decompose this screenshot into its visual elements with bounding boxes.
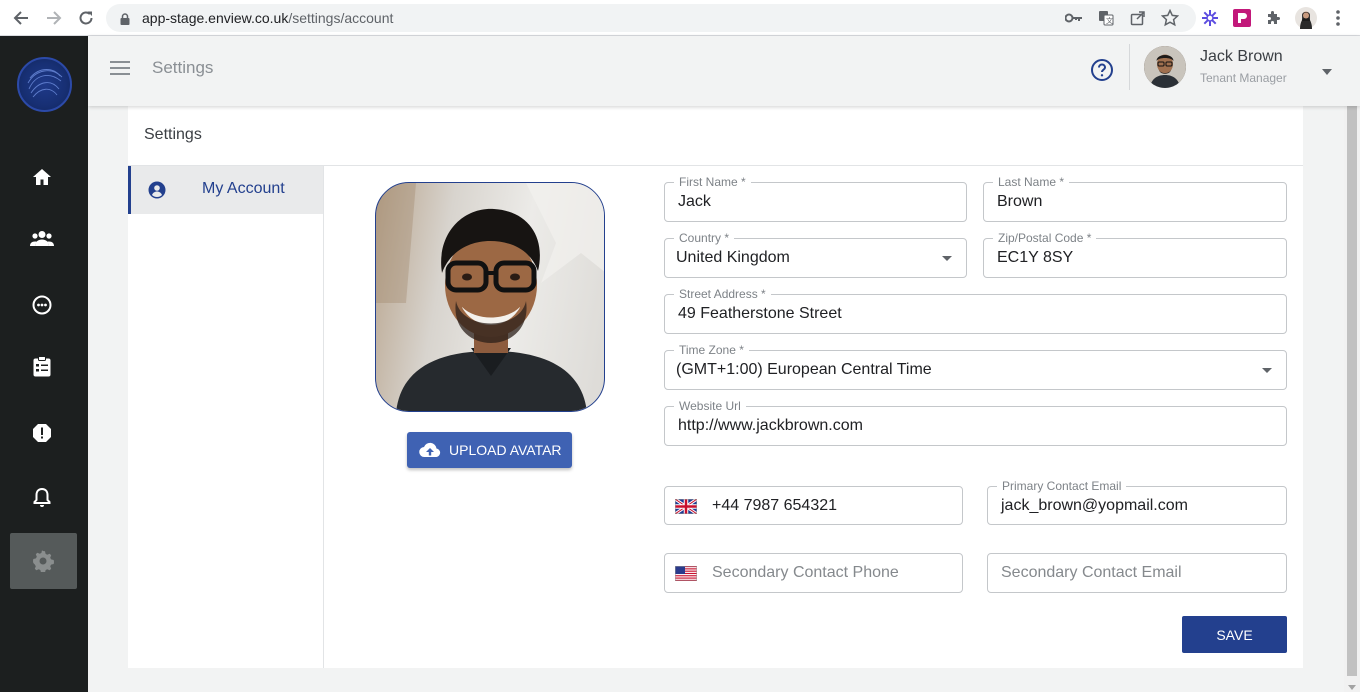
- clipboard-list-icon[interactable]: [28, 352, 56, 380]
- user-role: Tenant Manager: [1200, 71, 1287, 85]
- zip-code-value: EC1Y 8SY: [997, 249, 1074, 266]
- page-scrollbar[interactable]: [1344, 106, 1360, 692]
- secondary-phone-field[interactable]: Secondary Contact Phone: [664, 553, 963, 593]
- zip-code-label: Zip/Postal Code *: [993, 231, 1097, 245]
- reload-icon[interactable]: [74, 6, 98, 30]
- user-name: Jack Brown: [1200, 48, 1283, 65]
- last-name-value: Brown: [997, 193, 1043, 210]
- translate-icon[interactable]: 文: [1094, 6, 1118, 30]
- menu-item-label: My Account: [202, 180, 285, 197]
- upload-avatar-button[interactable]: UPLOAD AVATAR: [407, 432, 572, 468]
- bell-icon[interactable]: [28, 483, 56, 511]
- card-title: Settings: [144, 126, 202, 143]
- primary-email-label: Primary Contact Email: [997, 479, 1127, 493]
- address-bar[interactable]: app-stage.enview.co.uk/settings/account: [106, 4, 1196, 32]
- street-address-field[interactable]: Street Address * 49 Featherstone Street: [664, 287, 1287, 334]
- circle-dots-icon[interactable]: [28, 291, 56, 319]
- secondary-phone-placeholder: Secondary Contact Phone: [712, 564, 899, 581]
- help-icon[interactable]: [1090, 58, 1114, 82]
- first-name-value: Jack: [678, 193, 711, 210]
- sidebar-item-settings[interactable]: [10, 533, 77, 589]
- upload-avatar-label: UPLOAD AVATAR: [449, 442, 562, 458]
- country-select[interactable]: Country * United Kingdom: [664, 231, 967, 278]
- svg-text:文: 文: [1106, 16, 1113, 25]
- main-content: Settings My Account UPLOAD AVATAR First …: [88, 106, 1344, 692]
- first-name-label: First Name *: [674, 175, 751, 189]
- last-name-label: Last Name *: [993, 175, 1070, 189]
- forward-icon[interactable]: [42, 6, 66, 30]
- lock-icon: [120, 12, 130, 30]
- star-icon[interactable]: [1158, 6, 1182, 30]
- sidebar-rail: [0, 36, 88, 692]
- alert-icon[interactable]: [28, 419, 56, 447]
- zip-code-field[interactable]: Zip/Postal Code * EC1Y 8SY: [983, 231, 1287, 278]
- scroll-down-icon[interactable]: [1348, 685, 1356, 690]
- cloud-upload-icon: [419, 442, 441, 458]
- first-name-field[interactable]: First Name * Jack: [664, 175, 967, 222]
- timezone-value: (GMT+1:00) European Central Time: [676, 361, 932, 378]
- street-address-value: 49 Featherstone Street: [678, 305, 842, 322]
- puzzle-icon[interactable]: [1262, 6, 1286, 30]
- account-dropdown-icon[interactable]: [1322, 62, 1332, 80]
- profile-avatar-icon[interactable]: [1294, 6, 1318, 30]
- key-icon[interactable]: [1062, 6, 1086, 30]
- primary-email-value: jack_brown@yopmail.com: [1001, 497, 1188, 514]
- primary-phone-value: +44 7987 654321: [712, 497, 838, 514]
- us-flag-icon[interactable]: [675, 566, 697, 581]
- secondary-email-field[interactable]: Secondary Contact Email: [987, 553, 1287, 593]
- share-icon[interactable]: [1126, 6, 1150, 30]
- street-address-label: Street Address *: [674, 287, 771, 301]
- url-text: app-stage.enview.co.uk/settings/account: [142, 10, 394, 26]
- extension-sunburst-icon[interactable]: [1198, 6, 1222, 30]
- last-name-field[interactable]: Last Name * Brown: [983, 175, 1287, 222]
- back-icon[interactable]: [9, 6, 33, 30]
- secondary-email-placeholder: Secondary Contact Email: [1001, 564, 1182, 581]
- website-url-label: Website Url: [674, 399, 746, 413]
- user-avatar[interactable]: [1144, 46, 1186, 88]
- timezone-label: Time Zone *: [674, 343, 749, 357]
- browser-menu-icon[interactable]: [1326, 6, 1350, 30]
- profile-photo: [375, 182, 605, 412]
- save-button[interactable]: SAVE: [1182, 616, 1287, 653]
- settings-card: Settings My Account UPLOAD AVATAR First …: [128, 106, 1303, 668]
- uk-flag-icon[interactable]: [674, 497, 698, 516]
- app-header: Settings Jack Brown Tenant Manager: [88, 36, 1360, 106]
- menu-divider: [323, 166, 324, 668]
- users-icon[interactable]: [28, 224, 56, 252]
- scrollbar-thumb[interactable]: [1347, 106, 1357, 676]
- timezone-select[interactable]: Time Zone * (GMT+1:00) European Central …: [664, 343, 1287, 390]
- extension-pink-icon[interactable]: [1230, 6, 1254, 30]
- website-url-field[interactable]: Website Url http://www.jackbrown.com: [664, 399, 1287, 446]
- page-title: Settings: [152, 58, 214, 77]
- menu-icon[interactable]: [110, 60, 130, 76]
- enview-logo[interactable]: [17, 57, 72, 112]
- home-icon[interactable]: [28, 163, 56, 191]
- chevron-down-icon: [942, 256, 952, 261]
- primary-phone-field[interactable]: +44 7987 654321: [664, 486, 963, 525]
- header-divider: [1129, 44, 1130, 90]
- country-value: United Kingdom: [676, 249, 790, 266]
- primary-email-field[interactable]: Primary Contact Email jack_brown@yopmail…: [987, 479, 1287, 525]
- account-circle-icon: [148, 181, 166, 204]
- gear-icon: [32, 550, 54, 577]
- chevron-down-icon: [1262, 368, 1272, 373]
- website-url-value: http://www.jackbrown.com: [678, 417, 863, 434]
- browser-toolbar: app-stage.enview.co.uk/settings/account …: [0, 0, 1360, 36]
- country-label: Country *: [674, 231, 735, 245]
- settings-menu-my-account[interactable]: My Account: [128, 166, 323, 214]
